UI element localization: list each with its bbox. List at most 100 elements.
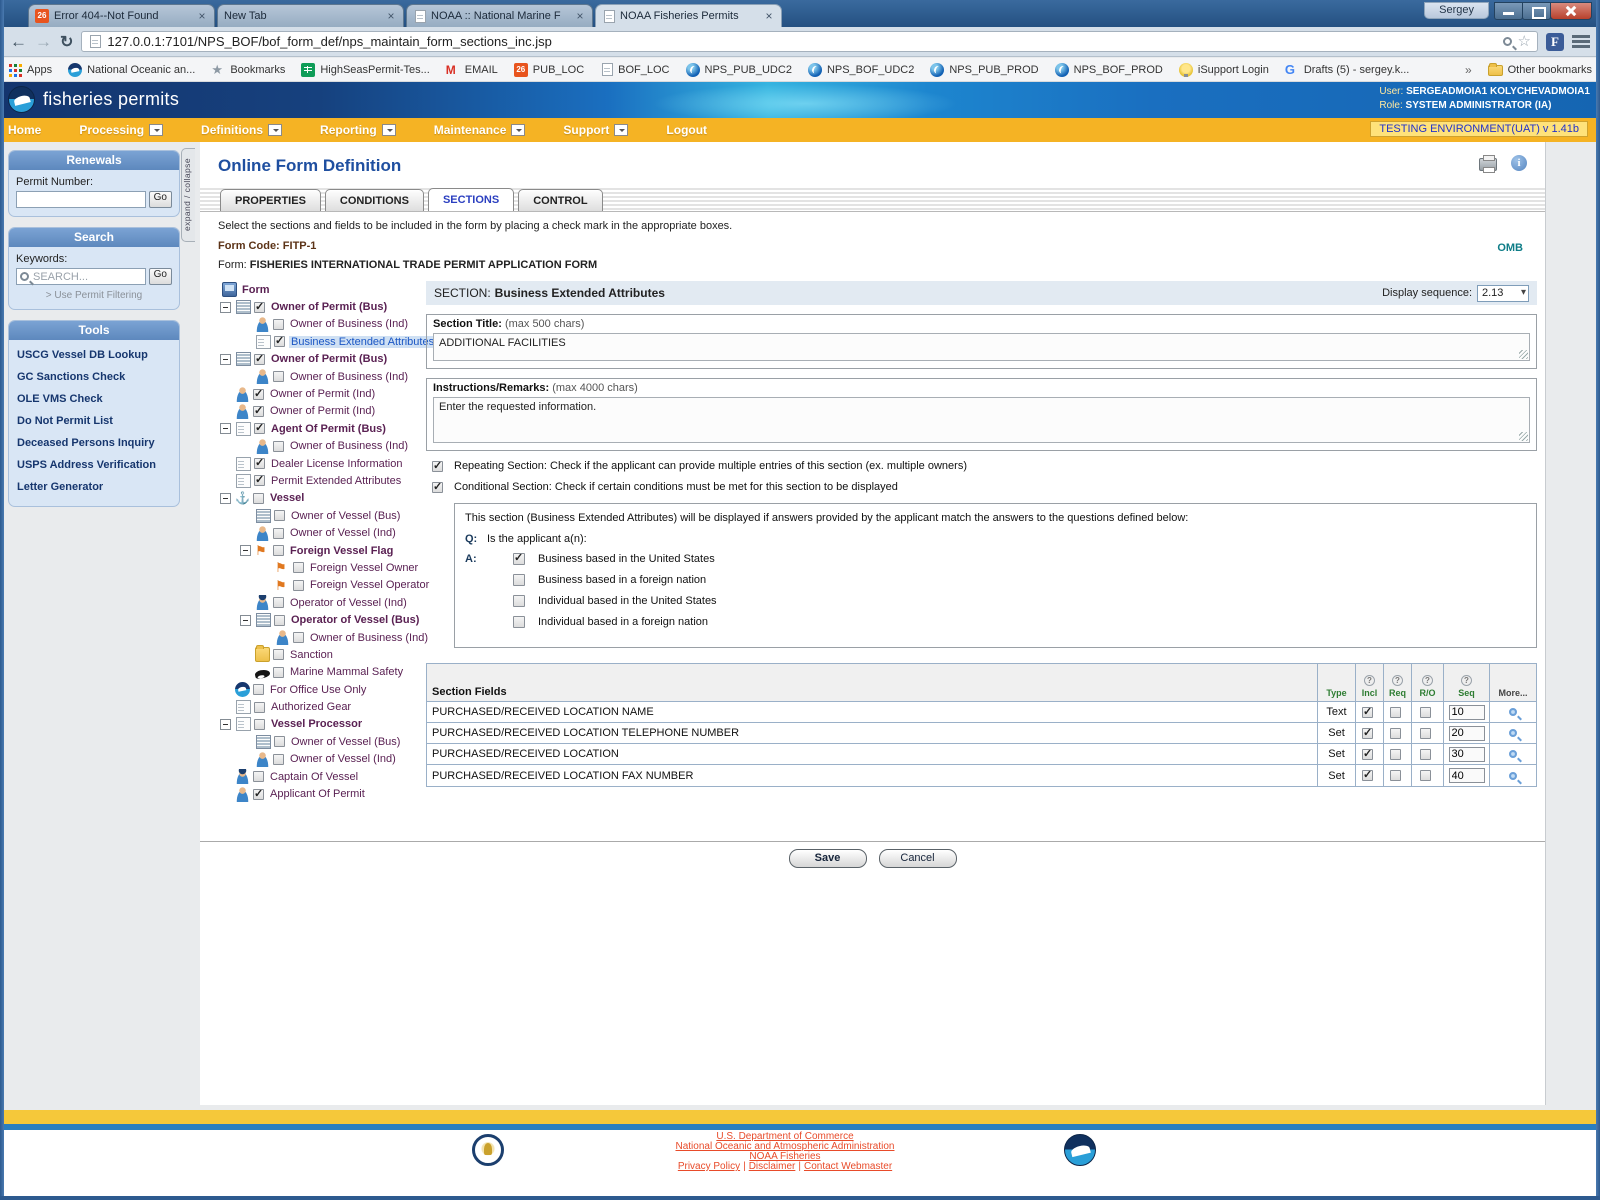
tree-item-label[interactable]: Owner of Vessel (Bus) [289,736,402,748]
bookmark-item[interactable]: NPS_BOF_PROD [1055,63,1163,77]
answer-checkbox[interactable] [513,574,525,586]
tree-item-checkbox[interactable] [253,493,264,504]
tree-item-label[interactable]: Vessel [268,492,306,504]
tree-item-label[interactable]: Owner of Permit (Bus) [269,301,389,313]
tree-item-label[interactable]: Owner of Business (Ind) [288,318,410,330]
tool-link[interactable]: Deceased Persons Inquiry [17,432,171,454]
maximize-button[interactable] [1522,2,1551,20]
close-button[interactable] [1550,2,1592,20]
tree-item[interactable]: Captain Of Vessel [216,768,426,785]
tree-item-checkbox[interactable] [254,475,265,486]
url-text[interactable]: 127.0.0.1:7101/NPS_BOF/bof_form_def/nps_… [107,34,1496,49]
help-icon[interactable] [1392,675,1403,686]
tab-close-icon[interactable]: × [196,9,208,23]
tree-item[interactable]: Owner of Vessel (Bus) [216,733,426,750]
nav-item[interactable]: Reporting [320,123,396,137]
tree-item[interactable]: Owner of Vessel (Ind) [216,524,426,541]
incl-checkbox[interactable] [1362,749,1373,760]
tree-item-checkbox[interactable] [293,580,304,591]
tree-item[interactable]: Vessel [216,490,426,507]
tree-item-checkbox[interactable] [274,510,285,521]
renewals-go-button[interactable]: Go [149,191,172,208]
tree-item-checkbox[interactable] [254,719,265,730]
tree-item-label[interactable]: For Office Use Only [268,684,368,696]
tool-link[interactable]: GC Sanctions Check [17,366,171,388]
tree-item[interactable]: Form [216,281,426,298]
req-checkbox[interactable] [1390,707,1401,718]
tree-item-checkbox[interactable] [253,406,264,417]
nav-item[interactable]: Maintenance [434,123,526,137]
nav-item[interactable]: Home [8,123,41,137]
incl-checkbox[interactable] [1362,770,1373,781]
tree-item-checkbox[interactable] [273,371,284,382]
seq-input[interactable] [1449,705,1485,720]
tree-item-checkbox[interactable] [254,354,265,365]
tree-item-checkbox[interactable] [273,667,284,678]
section-title-textarea[interactable]: ADDITIONAL FACILITIES [433,333,1530,361]
browser-tab[interactable]: NOAA :: National Marine F × [406,4,593,27]
tab-close-icon[interactable]: × [763,9,775,23]
tree-item-label[interactable]: Agent Of Permit (Bus) [269,423,388,435]
tree-item-label[interactable]: Sanction [288,649,335,661]
tree-expander-icon[interactable] [240,615,251,626]
tree-item-checkbox[interactable] [253,389,264,400]
bookmark-item[interactable]: iSupport Login [1179,63,1269,77]
tree-item-label[interactable]: Foreign Vessel Operator [308,579,431,591]
print-icon[interactable] [1479,158,1497,171]
tree-item[interactable]: Owner of Business (Ind) [216,316,426,333]
tree-item[interactable]: Owner of Vessel (Ind) [216,751,426,768]
browser-tab[interactable]: New Tab × [217,4,404,27]
disclaimer-link[interactable]: Disclaimer [749,1162,796,1172]
tree-expander-icon[interactable] [220,719,231,730]
tree-item[interactable]: Foreign Vessel Flag [216,542,426,559]
tree-item-label[interactable]: Owner of Business (Ind) [288,440,410,452]
tree-item[interactable]: Agent Of Permit (Bus) [216,420,426,437]
tree-item[interactable]: Operator of Vessel (Ind) [216,594,426,611]
bookmark-item[interactable]: NPS_PUB_PROD [930,63,1038,77]
tree-item[interactable]: Owner of Permit (Bus) [216,351,426,368]
tree-item-checkbox[interactable] [273,754,284,765]
tree-item-label[interactable]: Owner of Permit (Ind) [268,405,377,417]
form-def-tab[interactable]: CONTROL [518,189,602,211]
permit-filtering-link[interactable]: > Use Permit Filtering [16,290,172,301]
tree-item[interactable]: Owner of Business (Ind) [216,629,426,646]
tree-item-label[interactable]: Vessel Processor [269,718,364,730]
instructions-textarea[interactable]: Enter the requested information. [433,397,1530,443]
search-input[interactable]: SEARCH... [16,268,146,285]
tree-expander-icon[interactable] [240,545,251,556]
reload-icon[interactable] [60,32,73,52]
tree-item[interactable]: Dealer License Information [216,455,426,472]
tree-item-checkbox[interactable] [273,545,284,556]
form-def-tab[interactable]: CONDITIONS [325,189,424,211]
tree-item-label[interactable]: Applicant Of Permit [268,788,367,800]
profile-button[interactable]: Sergey [1424,2,1489,19]
help-icon[interactable] [1364,675,1375,686]
tree-item[interactable]: Permit Extended Attributes [216,472,426,489]
field-more-magnifier-icon[interactable] [1509,729,1517,737]
tree-item[interactable]: Business Extended Attributes [216,333,426,350]
browser-tab[interactable]: NOAA Fisheries Permits × [595,4,782,27]
tree-item-checkbox[interactable] [254,702,265,713]
nav-dropdown-icon[interactable] [268,124,282,136]
tree-item-label[interactable]: Form [240,284,272,296]
tree-item[interactable]: Owner of Vessel (Bus) [216,507,426,524]
tree-item-checkbox[interactable] [274,615,285,626]
tree-expander-icon[interactable] [220,493,231,504]
omb-link[interactable]: OMB [1497,242,1523,254]
chrome-menu-icon[interactable] [1572,35,1590,48]
bookmark-item[interactable]: NPS_BOF_UDC2 [808,63,914,77]
field-more-magnifier-icon[interactable] [1509,708,1517,716]
nav-dropdown-icon[interactable] [149,124,163,136]
req-checkbox[interactable] [1390,728,1401,739]
answer-checkbox[interactable] [513,616,525,628]
tree-item[interactable]: Foreign Vessel Owner [216,559,426,576]
tree-item-label[interactable]: Business Extended Attributes [289,336,436,348]
tree-item[interactable]: Marine Mammal Safety [216,664,426,681]
form-def-tab[interactable]: PROPERTIES [220,189,321,211]
tree-item[interactable]: Owner of Business (Ind) [216,368,426,385]
bookmarks-overflow-icon[interactable]: » [1465,63,1472,77]
nav-dropdown-icon[interactable] [614,124,628,136]
search-icon[interactable] [1503,37,1512,46]
tree-item-label[interactable]: Owner of Vessel (Ind) [288,527,398,539]
extension-f-icon[interactable]: F [1546,33,1564,51]
